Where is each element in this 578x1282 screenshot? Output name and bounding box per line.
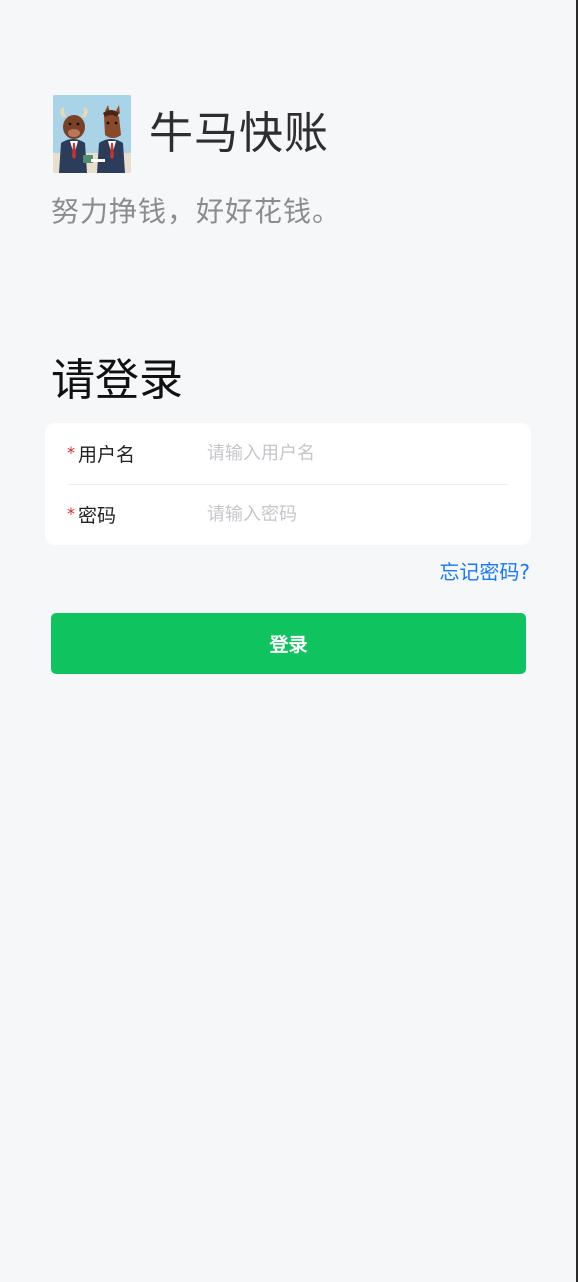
brand-header: 牛马快账 [53,95,329,173]
password-row: * 密码 [67,484,509,545]
username-label: * 用户名 [67,440,207,467]
login-form: * 用户名 * 密码 [45,423,531,545]
required-mark: * [67,504,75,523]
username-label-text: 用户名 [78,444,136,466]
forgot-password-link[interactable]: 忘记密码? [439,556,530,585]
username-input[interactable] [207,443,509,464]
login-button[interactable]: 登录 [51,613,526,674]
required-mark: * [67,443,75,462]
username-row: * 用户名 [67,423,509,485]
app-name: 牛马快账 [149,108,329,159]
bull-and-horse-logo-icon [53,95,131,173]
app-slogan: 努力挣钱，好好花钱。 [51,195,342,228]
password-label: * 密码 [67,501,207,528]
password-label-text: 密码 [78,505,117,527]
password-input[interactable] [207,504,509,525]
page-title: 请登录 [51,355,183,406]
